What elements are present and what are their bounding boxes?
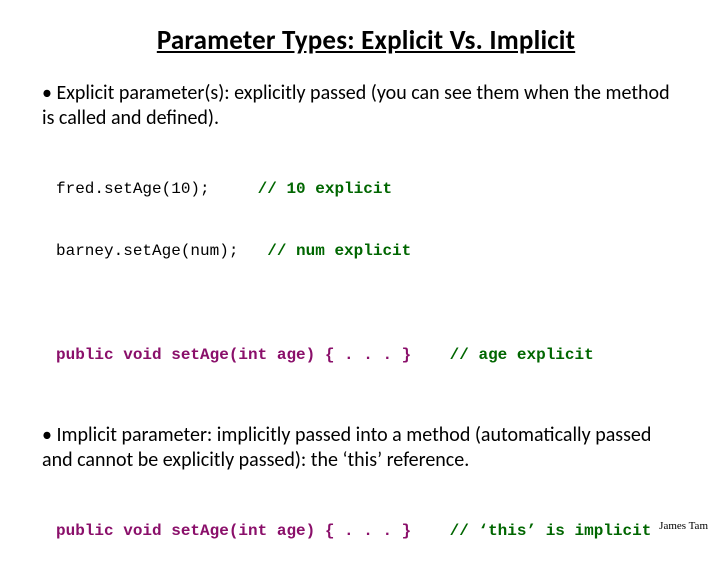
code-implicit: public void setAge(int age) { . . . } //… bbox=[56, 479, 684, 583]
code-text: fred.setAge(10); bbox=[56, 180, 258, 198]
code-comment: // 10 explicit bbox=[258, 180, 392, 198]
bullet-explicit: Explicit parameter(s): explicitly passed… bbox=[48, 81, 684, 407]
author-footer: James Tam bbox=[659, 520, 708, 532]
bullet-implicit: Implicit parameter: implicitly passed in… bbox=[48, 423, 684, 583]
slide-title: Parameter Types: Explicit Vs. Implicit bbox=[48, 24, 684, 57]
code-line: barney.setAge(num); // num explicit bbox=[56, 241, 684, 262]
code-line: public void setAge(int age) { . . . } //… bbox=[56, 521, 684, 542]
presentation-slide: Parameter Types: Explicit Vs. Implicit E… bbox=[0, 0, 720, 540]
code-signature: public void setAge(int age) { . . . } bbox=[56, 346, 450, 364]
code-signature: public void setAge(int age) { . . . } bbox=[56, 522, 450, 540]
code-comment: // ‘this’ is implicit bbox=[450, 522, 652, 540]
code-line: fred.setAge(10); // 10 explicit bbox=[56, 179, 684, 200]
code-comment: // age explicit bbox=[450, 346, 594, 364]
code-text: barney.setAge(num); bbox=[56, 242, 267, 260]
code-explicit: fred.setAge(10); // 10 explicit barney.s… bbox=[56, 137, 684, 407]
code-comment: // num explicit bbox=[267, 242, 411, 260]
bullet-implicit-text: Implicit parameter: implicitly passed in… bbox=[42, 423, 684, 473]
code-line: public void setAge(int age) { . . . } //… bbox=[56, 345, 684, 366]
bullet-explicit-text: Explicit parameter(s): explicitly passed… bbox=[42, 81, 684, 131]
